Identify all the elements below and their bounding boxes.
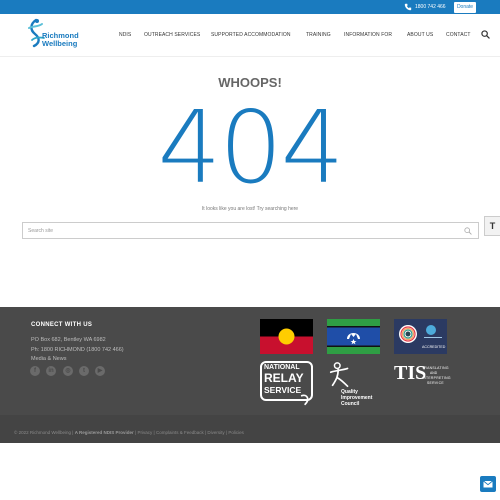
footer-phone[interactable]: Ph: 1800 RICHMOND (1800 742 466): [31, 346, 124, 354]
qic-badge: Quality Improvement Council: [327, 361, 380, 408]
site-footer: CONNECT WITH US PO Box 682, Bentley WA 6…: [0, 307, 500, 415]
national-relay-service-badge: NATIONAL RELAY SERVICE: [260, 361, 313, 408]
accreditation-badge: ACCREDITED: [394, 319, 447, 354]
logo-text-line2: Wellbeing: [42, 39, 78, 48]
nav-item-contact[interactable]: CONTACT: [446, 31, 471, 39]
qic-line3: Council: [341, 401, 360, 407]
complaints-link[interactable]: Complaints & Feedback: [156, 430, 204, 435]
site-search: [22, 222, 479, 239]
torres-strait-flag-icon: [327, 319, 380, 354]
text-resize-button[interactable]: T: [484, 216, 500, 236]
relay-ear-icon: [300, 394, 309, 406]
tis-line2: AND: [430, 371, 438, 375]
tis-line4: SERVICE: [427, 381, 444, 385]
youtube-icon[interactable]: ▶: [95, 366, 105, 376]
relay-line3: SERVICE: [264, 385, 302, 395]
nav-item-training[interactable]: TRAINING: [306, 31, 331, 39]
relay-line2: RELAY: [264, 371, 304, 385]
aboriginal-flag-icon: [260, 319, 313, 354]
connect-heading: CONNECT WITH US: [31, 322, 93, 328]
privacy-link[interactable]: Privacy: [138, 430, 153, 435]
tis-line1: TRANSLATING: [422, 366, 449, 370]
diversity-link[interactable]: Diversity: [207, 430, 224, 435]
mail-icon: [483, 480, 493, 488]
footer-media-link[interactable]: Media & News: [31, 355, 66, 363]
donate-button[interactable]: Donate: [454, 2, 476, 13]
copyright-org: © 2022 Richmond Wellbeing: [14, 430, 72, 435]
instagram-icon[interactable]: ◎: [63, 366, 73, 376]
phone-icon: [404, 3, 412, 11]
tis-badge: TIS TRANSLATING AND INTERPRETING SERVICE: [394, 361, 454, 391]
contact-mail-button[interactable]: [480, 476, 496, 492]
error-code: 404: [157, 89, 345, 206]
facebook-icon[interactable]: f: [30, 366, 40, 376]
site-header: Richmond Wellbeing NDIS OUTREACH SERVICE…: [0, 14, 500, 56]
footer-address: PO Box 682, Bentley WA 6982: [31, 337, 106, 343]
search-icon[interactable]: [481, 30, 490, 39]
error-heading: WHOOPS!: [218, 75, 282, 90]
topbar-phone[interactable]: 1800 742 466: [415, 3, 446, 11]
logo[interactable]: Richmond Wellbeing: [22, 16, 92, 54]
nav-item-about[interactable]: ABOUT US: [407, 31, 433, 39]
qic-figure-icon: [329, 362, 349, 388]
linkedin-icon[interactable]: in: [46, 366, 56, 376]
page: 1800 742 466 Donate Richmond Wellbeing N…: [0, 0, 500, 500]
copyright-bar: © 2022 Richmond Wellbeing | A Registered…: [0, 415, 500, 443]
nav-item-outreach[interactable]: OUTREACH SERVICES: [144, 31, 200, 39]
header-divider: [0, 56, 500, 57]
nav-item-ndis[interactable]: NDIS: [119, 31, 131, 39]
twitter-icon[interactable]: t: [79, 366, 89, 376]
tis-line3: INTERPRETING: [422, 376, 451, 380]
policies-link[interactable]: Policies: [228, 430, 244, 435]
copyright-text: © 2022 Richmond Wellbeing | A Registered…: [14, 429, 244, 436]
top-bar: 1800 742 466 Donate: [0, 0, 500, 14]
ndis-provider-text: A Registered NDIS Provider: [74, 430, 134, 435]
search-input[interactable]: [28, 226, 448, 235]
nav-item-information[interactable]: INFORMATION FOR: [344, 31, 392, 39]
nav-item-accommodation[interactable]: SUPPORTED ACCOMMODATION: [211, 31, 291, 39]
accredited-label: ACCREDITED: [422, 345, 446, 349]
search-submit-icon[interactable]: [464, 227, 472, 235]
error-message: It looks like you are lost! Try searchin…: [201, 206, 299, 212]
